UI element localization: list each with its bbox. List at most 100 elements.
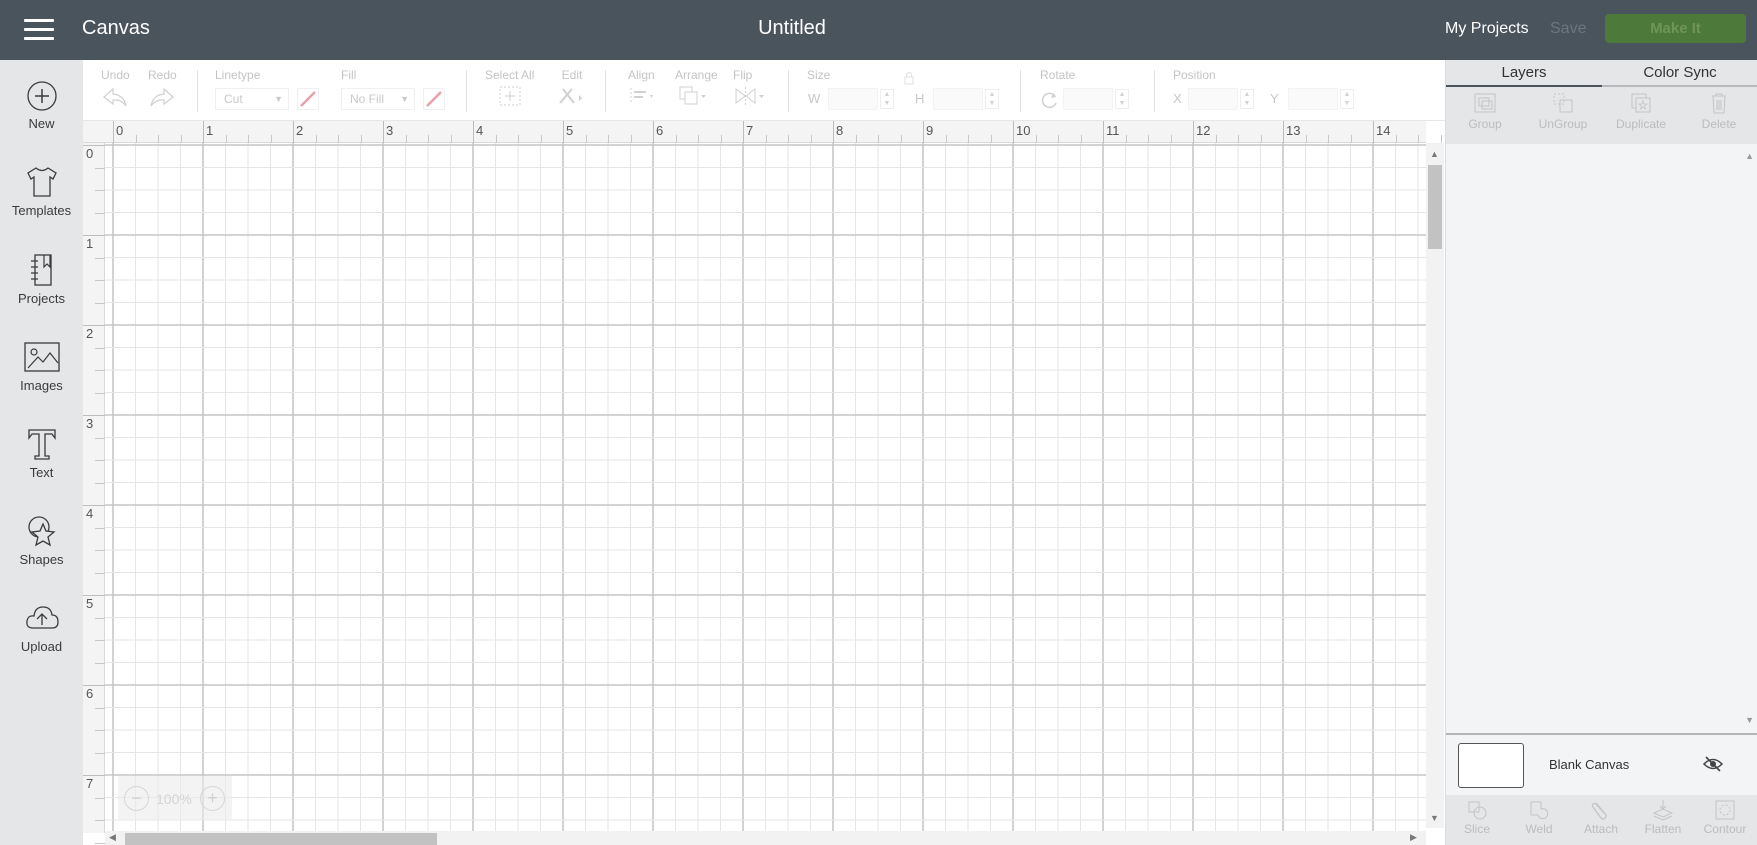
ruler-minor-tick (1305, 135, 1307, 143)
ruler-major-tick (653, 121, 654, 143)
sidebar-item-projects[interactable]: Projects (0, 253, 83, 333)
width-label: W (808, 91, 821, 106)
undo-label: Undo (101, 68, 130, 82)
ungroup-button[interactable]: UnGroup (1524, 91, 1602, 131)
ruler-major-tick (563, 121, 564, 143)
tshirt-icon (26, 167, 57, 197)
duplicate-button[interactable]: Duplicate (1602, 91, 1680, 131)
make-it-button[interactable]: Make It (1605, 14, 1746, 43)
sidebar-item-new[interactable]: New (0, 80, 83, 160)
undo-button[interactable]: Undo (101, 68, 130, 111)
sidebar-item-shapes[interactable]: Shapes (0, 514, 83, 594)
blank-canvas-label: Blank Canvas (1549, 757, 1630, 772)
ruler-major-tick (113, 121, 114, 143)
ruler-minor-tick (1395, 135, 1397, 143)
fill-color-swatch[interactable] (423, 88, 445, 110)
ruler-minor-tick (225, 135, 227, 143)
linetype-color-swatch[interactable] (297, 88, 319, 110)
scroll-down-arrow-icon[interactable]: ▼ (1745, 715, 1754, 725)
ruler-minor-tick (518, 135, 519, 143)
scroll-down-arrow-icon[interactable]: ▼ (1430, 813, 1439, 823)
canvas-vertical-scrollbar[interactable]: ▲ ▼ (1426, 143, 1444, 828)
y-position-input[interactable] (1288, 88, 1338, 110)
x-position-stepper[interactable]: ▲ ▼ (1240, 89, 1254, 109)
linetype-select[interactable]: Cut ▼ (215, 88, 289, 110)
sidebar-label: Images (20, 378, 63, 393)
canvas-horizontal-scrollbar[interactable]: ◀ ▶ (105, 831, 1426, 845)
ruler-major-tick (83, 685, 105, 686)
design-canvas[interactable] (105, 143, 1426, 831)
scroll-up-arrow-icon[interactable]: ▲ (1745, 151, 1754, 161)
group-button[interactable]: Group (1446, 91, 1524, 131)
ruler-minor-tick (95, 820, 105, 821)
duplicate-label: Duplicate (1615, 117, 1667, 131)
scroll-up-arrow-icon[interactable]: ▲ (1430, 149, 1439, 159)
select-all-label: Select All (485, 68, 535, 82)
sidebar-label: Shapes (19, 552, 64, 567)
rotate-stepper[interactable]: ▲ ▼ (1115, 89, 1129, 109)
zoom-out-button[interactable]: − (124, 786, 149, 811)
ruler-major-tick (203, 121, 204, 143)
x-position-input[interactable] (1188, 88, 1238, 110)
ruler-y-label: 1 (86, 236, 94, 251)
ruler-minor-tick (95, 752, 105, 754)
ruler-minor-tick (95, 190, 105, 191)
scroll-right-arrow-icon[interactable]: ▶ (1410, 832, 1417, 843)
height-input[interactable] (933, 88, 983, 110)
weld-button[interactable]: Weld (1508, 799, 1570, 836)
tab-color-sync[interactable]: Color Sync (1602, 60, 1757, 87)
width-stepper[interactable]: ▲ ▼ (880, 89, 894, 109)
sidebar-item-upload[interactable]: Upload (0, 601, 83, 681)
x-label: X (1173, 91, 1182, 106)
linetype-value: Cut (224, 92, 243, 106)
rotate-input[interactable] (1063, 88, 1113, 110)
delete-button[interactable]: Delete (1680, 91, 1757, 131)
save-button[interactable]: Save (1550, 20, 1586, 38)
sidebar-item-images[interactable]: Images (0, 340, 83, 420)
fill-select[interactable]: No Fill ▼ (341, 88, 415, 110)
select-all-button[interactable]: Select All (485, 68, 534, 110)
zoom-in-button[interactable]: + (200, 786, 225, 811)
y-position-stepper[interactable]: ▲ ▼ (1340, 89, 1354, 109)
edit-menu-button[interactable]: Edit (557, 68, 587, 110)
tab-layers[interactable]: Layers (1446, 60, 1602, 87)
zoom-control: − 100% + (118, 776, 232, 820)
ruler-minor-tick (95, 617, 105, 619)
ruler-minor-tick (158, 135, 159, 143)
document-title[interactable]: Untitled (758, 17, 826, 39)
arrange-label: Arrange (675, 68, 718, 82)
redo-icon (150, 87, 174, 107)
ruler-major-tick (1283, 121, 1284, 143)
hamburger-menu-icon[interactable] (24, 19, 54, 41)
redo-button[interactable]: Redo (148, 68, 177, 111)
ruler-x-label: 10 (1016, 123, 1031, 138)
flatten-icon (1652, 800, 1674, 821)
ruler-minor-tick (135, 135, 137, 143)
slice-button[interactable]: Slice (1446, 799, 1508, 836)
flip-icon (735, 87, 764, 105)
scroll-left-arrow-icon[interactable]: ◀ (109, 832, 116, 843)
width-input[interactable] (828, 88, 878, 110)
flip-menu-button[interactable]: Flip (733, 68, 767, 110)
weld-icon (1530, 801, 1549, 820)
ruler-minor-tick (1058, 135, 1059, 143)
height-stepper[interactable]: ▲ ▼ (985, 89, 999, 109)
blank-canvas-layer[interactable]: Blank Canvas (1446, 733, 1757, 793)
attach-button[interactable]: Attach (1570, 799, 1632, 836)
vertical-scroll-thumb[interactable] (1428, 165, 1442, 249)
horizontal-scroll-thumb[interactable] (125, 833, 437, 845)
ruler-x-label: 1 (206, 123, 214, 138)
contour-button[interactable]: Contour (1694, 799, 1756, 836)
my-projects-link[interactable]: My Projects (1445, 20, 1529, 38)
align-menu-button[interactable]: Align (628, 68, 658, 110)
sidebar-item-templates[interactable]: Templates (0, 165, 83, 245)
ruler-minor-tick (1125, 135, 1127, 143)
sidebar-item-text[interactable]: Text (0, 427, 83, 507)
arrange-menu-button[interactable]: Arrange (675, 68, 718, 110)
lock-aspect-icon[interactable] (901, 72, 917, 86)
blank-canvas-swatch[interactable] (1458, 743, 1524, 788)
edit-scissors-pencil-icon (559, 88, 582, 104)
eye-hidden-icon[interactable] (1702, 755, 1724, 773)
chevron-down-icon: ▼ (400, 94, 409, 104)
flatten-button[interactable]: Flatten (1632, 799, 1694, 836)
